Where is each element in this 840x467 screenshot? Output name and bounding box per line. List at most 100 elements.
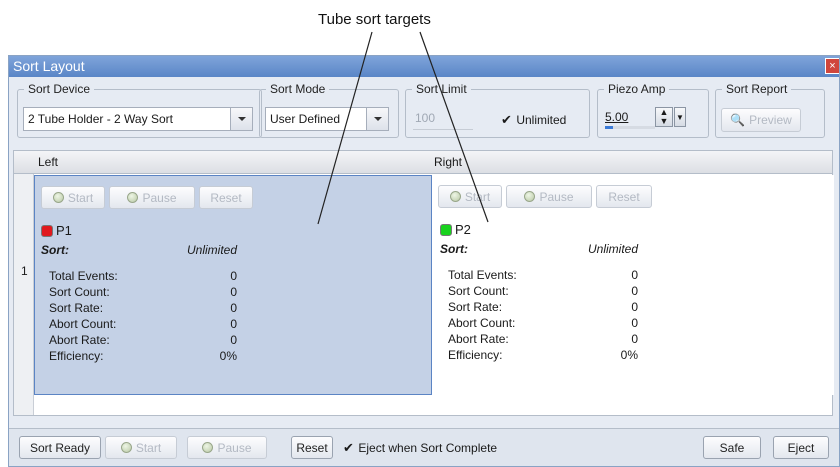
led-icon — [127, 192, 139, 203]
start-button[interactable]: Start — [438, 185, 502, 208]
sort-mode-select[interactable]: User Defined — [265, 107, 389, 131]
stats-rows: Total Events: 0 Sort Count: 0 Sort Rate: 0 Abo… — [440, 268, 638, 364]
checkmark-icon: ✔ — [501, 112, 512, 127]
reset-button[interactable]: Reset — [199, 186, 253, 209]
sort-target-left[interactable]: Start Pause Reset P1 Sort: Unlimited Tot… — [34, 175, 432, 395]
piezo-amp-level-fill — [605, 126, 613, 129]
population-label: P1 — [41, 223, 72, 238]
safe-button[interactable]: Safe — [703, 436, 761, 459]
stat-row: Sort Count: 0 — [41, 285, 237, 301]
footer-start-button[interactable]: Start — [105, 436, 177, 459]
stat-value: 0 — [230, 317, 237, 331]
led-icon — [449, 191, 461, 202]
stat-row: Abort Count: 0 — [440, 316, 638, 332]
eject-when-complete-label: Eject when Sort Complete — [358, 441, 498, 455]
led-icon — [202, 442, 214, 453]
led-icon — [120, 442, 132, 453]
stat-label: Abort Rate: — [448, 332, 509, 346]
stat-value: 0 — [631, 332, 638, 346]
unlimited-label: Unlimited — [516, 113, 567, 127]
stat-label: Total Events: — [448, 268, 517, 282]
stepper-arrows-icon[interactable]: ▲ ▼ — [655, 107, 673, 127]
stat-value: 0 — [230, 285, 237, 299]
population-name: P2 — [455, 222, 471, 237]
stats-rows: Total Events: 0 Sort Count: 0 Sort Rate: 0 Abo… — [41, 269, 237, 365]
stat-label: Efficiency: — [448, 348, 503, 362]
start-label: Start — [464, 189, 491, 204]
sort-device-value: 2 Tube Holder - 2 Way Sort — [28, 112, 173, 126]
stat-row: Total Events: 0 — [440, 268, 638, 284]
stat-row: Efficiency: 0% — [440, 348, 638, 364]
stats-block: Sort: Unlimited Total Events: 0 Sort Count… — [440, 242, 638, 364]
footer-reset-button[interactable]: Reset — [291, 436, 333, 459]
stat-value: 0% — [219, 349, 237, 363]
stat-value: 0 — [631, 316, 638, 330]
sort-mode-legend: Sort Mode — [270, 82, 326, 96]
stat-row: Abort Rate: 0 — [440, 332, 638, 348]
chevron-down-icon[interactable] — [230, 108, 252, 130]
sort-ready-label: Sort Ready — [29, 440, 91, 455]
preview-label: Preview — [749, 113, 792, 127]
sort-layout-window: Sort Layout × Sort Device 2 Tube Holder … — [8, 55, 840, 467]
sort-target-right[interactable]: Start Pause Reset P2 Sort: Unlimited Tot… — [434, 175, 834, 395]
footer-pause-button[interactable]: Pause — [187, 436, 267, 459]
population-color-swatch — [41, 224, 53, 237]
footer-toolbar: Sort Ready Start Pause Reset ✔ Eject whe… — [9, 428, 839, 466]
reset-button[interactable]: Reset — [596, 185, 652, 208]
reset-label: Reset — [608, 189, 640, 204]
sort-ready-button[interactable]: Sort Ready — [19, 436, 101, 459]
stat-label: Efficiency: — [49, 349, 104, 363]
piezo-amp-field[interactable]: 5.00 ▲ ▼ ▼ — [603, 107, 691, 131]
stat-label: Abort Count: — [49, 317, 117, 331]
column-header-right: Right — [434, 155, 463, 169]
pause-label: Pause — [142, 190, 177, 205]
stat-row: Sort Rate: 0 — [41, 301, 237, 317]
piezo-amp-value: 5.00 — [605, 110, 629, 124]
pause-button[interactable]: Pause — [506, 185, 592, 208]
led-icon — [52, 192, 64, 203]
led-icon — [524, 191, 536, 202]
pause-button[interactable]: Pause — [109, 186, 195, 209]
sort-row: Sort: Unlimited — [440, 242, 638, 268]
sort-device-legend: Sort Device — [28, 82, 91, 96]
unlimited-checkbox[interactable]: ✔ Unlimited — [501, 112, 566, 128]
grid-header: Left Right — [14, 151, 832, 174]
preview-button[interactable]: 🔍 Preview — [721, 108, 801, 132]
pause-label: Pause — [539, 189, 574, 204]
window-title: Sort Layout — [13, 58, 85, 74]
stat-row: Abort Count: 0 — [41, 317, 237, 333]
reset-label: Reset — [210, 190, 242, 205]
close-button[interactable]: × — [825, 58, 839, 74]
piezo-amp-level-track — [605, 126, 655, 129]
chevron-down-icon[interactable]: ▼ — [674, 107, 686, 127]
eject-button[interactable]: Eject — [773, 436, 829, 459]
sort-value: Unlimited — [186, 243, 237, 257]
stat-row: Sort Rate: 0 — [440, 300, 638, 316]
stat-row: Sort Count: 0 — [440, 284, 638, 300]
stat-row: Abort Rate: 0 — [41, 333, 237, 349]
eject-label: Eject — [787, 440, 815, 455]
title-bar: Sort Layout × — [9, 56, 839, 77]
stat-label: Sort Count: — [448, 284, 509, 298]
sort-mode-value: User Defined — [270, 112, 341, 126]
sort-limit-legend: Sort Limit — [416, 82, 467, 96]
eject-when-complete-checkbox[interactable]: ✔ Eject when Sort Complete — [343, 440, 497, 456]
safe-label: Safe — [719, 440, 745, 455]
stat-value: 0 — [631, 268, 638, 282]
piezo-amp-legend: Piezo Amp — [608, 82, 666, 96]
stat-value: 0% — [620, 348, 638, 362]
chevron-down-icon[interactable] — [366, 108, 388, 130]
stat-label: Sort Count: — [49, 285, 110, 299]
sort-device-select[interactable]: 2 Tube Holder - 2 Way Sort — [23, 107, 253, 131]
start-button[interactable]: Start — [41, 186, 105, 209]
footer-reset-label: Reset — [296, 440, 328, 455]
stats-block: Sort: Unlimited Total Events: 0 Sort Count… — [41, 243, 237, 365]
stat-row: Total Events: 0 — [41, 269, 237, 285]
row-header: 1 — [14, 174, 34, 415]
stat-row: Efficiency: 0% — [41, 349, 237, 365]
sort-label: Sort: — [41, 243, 69, 257]
checkmark-icon: ✔ — [343, 440, 354, 455]
stat-label: Total Events: — [49, 269, 118, 283]
stat-value: 0 — [230, 301, 237, 315]
sort-limit-input[interactable]: 100 — [413, 108, 473, 130]
